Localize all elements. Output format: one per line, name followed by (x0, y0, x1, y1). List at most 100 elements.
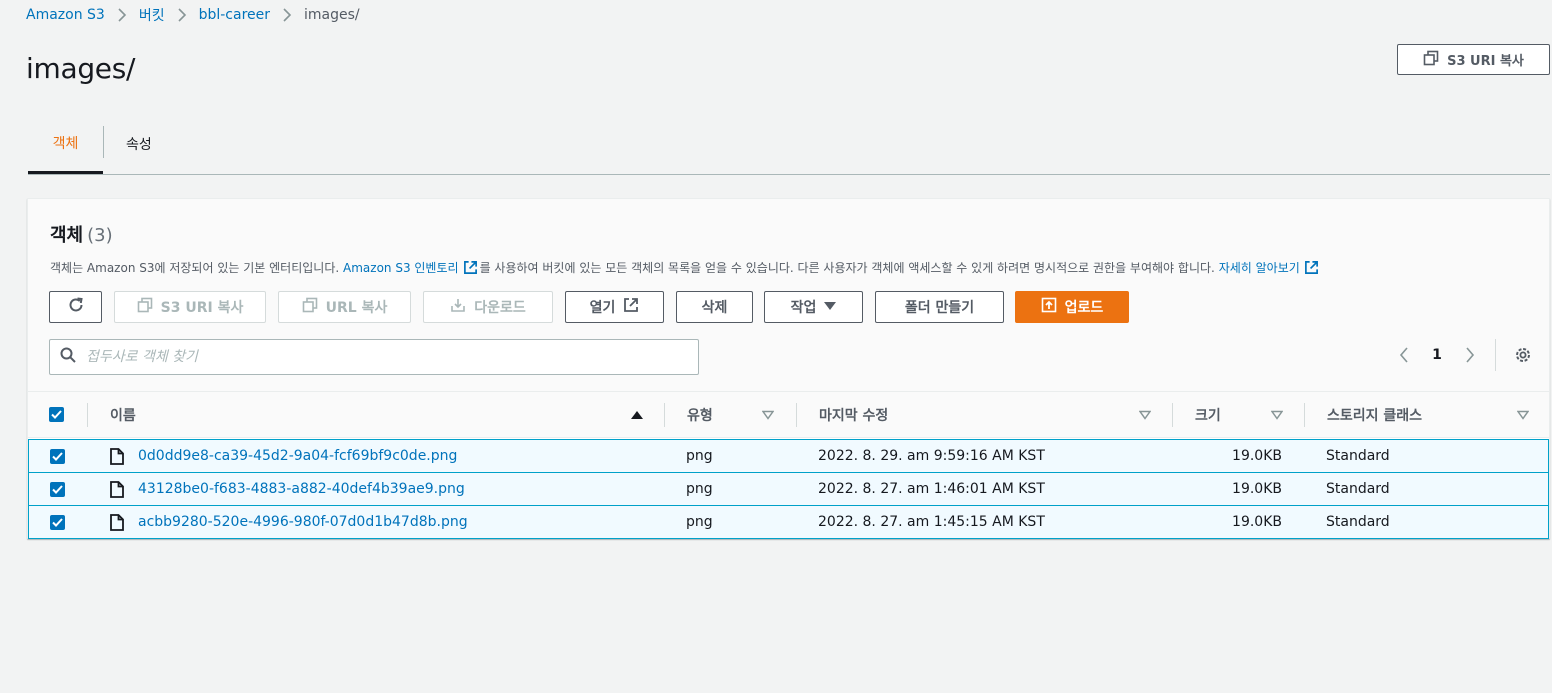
sort-icon[interactable] (761, 408, 775, 424)
objects-panel: 객체 (3) 객체는 Amazon S3에 저장되어 있는 기본 엔터티입니다. … (27, 198, 1550, 539)
file-icon (110, 506, 124, 538)
row-checkbox[interactable] (50, 506, 65, 538)
row-checkbox[interactable] (50, 473, 65, 505)
select-all-checkbox[interactable] (49, 392, 64, 437)
download-icon (450, 297, 466, 317)
object-last-modified: 2022. 8. 29. am 9:59:16 AM KST (818, 448, 1045, 464)
refresh-button[interactable] (49, 291, 102, 323)
copy-url-label: URL 복사 (325, 300, 388, 316)
panel-header: 객체 (3) 객체는 Amazon S3에 저장되어 있는 기본 엔터티입니다. … (28, 199, 1549, 391)
actions-dropdown[interactable]: 작업 (764, 291, 863, 323)
object-type: png (686, 514, 713, 530)
external-link-icon (463, 260, 478, 275)
object-name-link[interactable]: 43128be0-f683-4883-a882-40def4b39ae9.png (138, 473, 465, 505)
object-storage-class: Standard (1326, 481, 1390, 497)
breadcrumb-current: images/ (304, 7, 360, 23)
copy-s3-uri-label: S3 URI 복사 (160, 300, 244, 316)
search-input[interactable] (86, 349, 646, 365)
sort-icon[interactable] (1138, 408, 1152, 424)
refresh-icon (67, 296, 85, 318)
copy-icon (137, 297, 153, 317)
chevron-right-icon[interactable] (1457, 342, 1483, 368)
column-header-type[interactable]: 유형 (687, 392, 713, 437)
copy-url-button[interactable]: URL 복사 (278, 291, 411, 323)
column-divider (87, 403, 88, 427)
table-row[interactable]: 43128be0-f683-4883-a882-40def4b39ae9.png… (28, 472, 1549, 506)
upload-label: 업로드 (1064, 300, 1104, 316)
actions-label: 작업 (790, 300, 817, 316)
table-header: 이름 유형 마지막 수정 크기 스토리지 클래스 (28, 391, 1549, 438)
column-divider (796, 403, 797, 427)
tab-objects[interactable]: 객체 (28, 115, 103, 174)
file-icon (110, 473, 124, 505)
sort-ascending-icon[interactable] (631, 408, 643, 424)
panel-title-text: 객체 (50, 225, 84, 246)
delete-button[interactable]: 삭제 (676, 291, 753, 323)
column-header-storage-class[interactable]: 스토리지 클래스 (1327, 392, 1422, 437)
delete-label: 삭제 (701, 300, 728, 316)
sort-icon[interactable] (1516, 408, 1530, 424)
row-checkbox[interactable] (50, 440, 65, 472)
table-row[interactable]: acbb9280-520e-4996-980f-07d0d1b47d8b.png… (28, 505, 1549, 539)
copy-icon (1423, 50, 1439, 70)
chevron-right-icon (177, 8, 187, 22)
open-label: 열기 (589, 300, 616, 316)
checkbox-checked-icon (50, 481, 65, 497)
inventory-link[interactable]: Amazon S3 인벤토리 (343, 259, 459, 276)
copy-s3-uri-button[interactable]: S3 URI 복사 (114, 291, 266, 323)
object-size: 19.0KB (1232, 448, 1282, 464)
column-header-size[interactable]: 크기 (1195, 392, 1221, 437)
column-header-last-modified[interactable]: 마지막 수정 (819, 392, 888, 437)
object-type: png (686, 481, 713, 497)
breadcrumb-amazon-s3[interactable]: Amazon S3 (26, 7, 105, 23)
learn-more-link[interactable]: 자세히 알아보기 (1219, 259, 1300, 276)
download-label: 다운로드 (474, 300, 526, 316)
search-icon (60, 347, 76, 367)
open-button[interactable]: 열기 (565, 291, 664, 323)
column-divider (664, 403, 665, 427)
panel-title: 객체 (3) (50, 221, 113, 247)
external-link-icon (1304, 260, 1319, 275)
create-folder-button[interactable]: 폴더 만들기 (875, 291, 1004, 323)
download-button[interactable]: 다운로드 (423, 291, 553, 323)
object-last-modified: 2022. 8. 27. am 1:46:01 AM KST (818, 481, 1045, 497)
upload-icon (1041, 297, 1057, 317)
create-folder-label: 폴더 만들기 (904, 300, 975, 316)
external-link-icon (623, 297, 639, 317)
tabs: 객체 속성 (28, 115, 1550, 175)
gear-icon[interactable] (1510, 342, 1536, 368)
checkbox-checked-icon (50, 514, 65, 530)
upload-button[interactable]: 업로드 (1015, 291, 1129, 323)
object-count: (3) (87, 225, 113, 246)
object-type: png (686, 448, 713, 464)
object-storage-class: Standard (1326, 514, 1390, 530)
column-header-name[interactable]: 이름 (110, 392, 136, 437)
copy-s3-uri-header-button[interactable]: S3 URI 복사 (1397, 44, 1550, 75)
column-divider (1304, 403, 1305, 427)
pagination: 1 (1391, 339, 1536, 371)
chevron-left-icon[interactable] (1391, 342, 1417, 368)
current-page[interactable]: 1 (1417, 347, 1457, 363)
breadcrumb-bucket[interactable]: bbl-career (199, 7, 270, 23)
object-name-link[interactable]: acbb9280-520e-4996-980f-07d0d1b47d8b.png (138, 506, 468, 538)
object-last-modified: 2022. 8. 27. am 1:45:15 AM KST (818, 514, 1045, 530)
breadcrumb: Amazon S3 버킷 bbl-career images/ (26, 5, 360, 25)
page-title: images/ (26, 52, 136, 85)
pager-divider (1495, 339, 1496, 371)
table-row[interactable]: 0d0dd9e8-ca39-45d2-9a04-fcf69bf9c0de.png… (28, 439, 1549, 473)
breadcrumb-buckets[interactable]: 버킷 (139, 5, 165, 25)
tab-properties[interactable]: 속성 (126, 115, 152, 173)
column-divider (1172, 403, 1173, 427)
checkbox-checked-icon (49, 407, 64, 422)
object-storage-class: Standard (1326, 448, 1390, 464)
checkbox-checked-icon (50, 448, 65, 464)
tab-divider (103, 126, 104, 158)
chevron-right-icon (117, 8, 127, 22)
description-text-2: 를 사용하여 버킷에 있는 모든 객체의 목록을 얻을 수 있습니다. 다른 사… (479, 261, 1215, 275)
caret-down-icon (824, 299, 837, 315)
chevron-right-icon (282, 8, 292, 22)
copy-icon (302, 297, 318, 317)
panel-description: 객체는 Amazon S3에 저장되어 있는 기본 엔터티입니다. Amazon… (50, 259, 1321, 276)
sort-icon[interactable] (1270, 408, 1284, 424)
object-name-link[interactable]: 0d0dd9e8-ca39-45d2-9a04-fcf69bf9c0de.png (138, 440, 457, 472)
